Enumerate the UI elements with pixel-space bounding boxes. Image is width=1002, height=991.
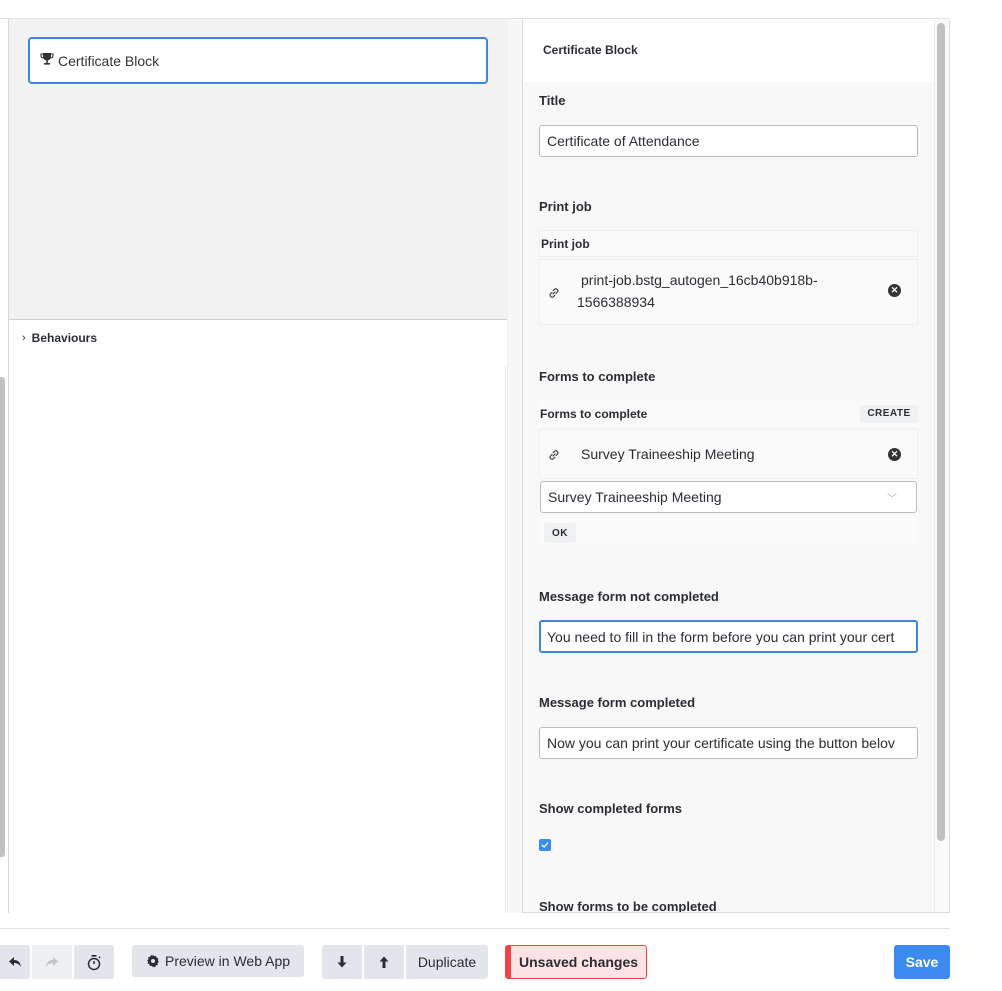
- show-completed-forms-label: Show completed forms: [539, 801, 683, 816]
- timer-button[interactable]: [74, 945, 114, 979]
- remove-circle-icon[interactable]: ✕: [888, 284, 901, 297]
- panel-body: Title Certificate of Attendance Print jo…: [523, 82, 935, 913]
- panel-scrollbar-track[interactable]: [934, 19, 949, 912]
- message-not-completed-label: Message form not completed: [539, 589, 719, 604]
- unsaved-label: Unsaved changes: [519, 954, 639, 970]
- form-item[interactable]: Survey Traineeship Meeting ✕: [539, 429, 918, 479]
- forms-box-header: Forms to complete CREATE: [539, 400, 918, 427]
- message-not-completed-input[interactable]: You need to fill in the form before you …: [539, 620, 918, 653]
- print-job-box: Print job print-job.bstg_autogen_16cb40b…: [539, 230, 918, 325]
- link-icon: [547, 286, 561, 300]
- forms-to-complete-label: Forms to complete: [539, 369, 656, 384]
- form-item-name: Survey Traineeship Meeting: [581, 446, 755, 462]
- print-job-id-line2: 1566388934: [577, 294, 655, 310]
- undo-icon: [9, 957, 21, 967]
- form-select[interactable]: Survey Traineeship Meeting ﹀: [540, 481, 917, 513]
- create-button[interactable]: CREATE: [860, 404, 918, 423]
- message-completed-label: Message form completed: [539, 695, 696, 710]
- panel-scrollbar-thumb[interactable]: [937, 23, 945, 841]
- print-job-item[interactable]: print-job.bstg_autogen_16cb40b918b- 1566…: [539, 259, 918, 325]
- unsaved-changes-badge: Unsaved changes: [505, 945, 647, 979]
- trophy-icon: [40, 52, 54, 66]
- save-button[interactable]: Save: [894, 945, 950, 979]
- arrow-down-icon: [337, 956, 347, 968]
- left-scrollbar[interactable]: [0, 377, 5, 857]
- ok-button[interactable]: OK: [544, 523, 576, 543]
- behaviours-label: Behaviours: [31, 331, 98, 345]
- remove-circle-icon[interactable]: ✕: [888, 448, 901, 461]
- redo-icon: [46, 957, 58, 967]
- chevron-down-icon: ﹀: [887, 493, 897, 505]
- show-forms-to-be-completed-label: Show forms to be completed: [539, 899, 717, 913]
- preview-label: Preview in Web App: [164, 953, 291, 969]
- move-down-button[interactable]: [322, 945, 362, 979]
- behaviours-section: › Behaviours: [9, 321, 507, 913]
- form-select-value: Survey Traineeship Meeting: [548, 489, 722, 505]
- move-up-button[interactable]: [364, 945, 404, 979]
- forms-box-title: Forms to complete: [540, 406, 648, 421]
- print-job-box-title: Print job: [541, 236, 590, 251]
- arrow-up-icon: [379, 956, 389, 968]
- behaviours-border: [505, 366, 506, 913]
- print-job-id-line1: print-job.bstg_autogen_16cb40b918b-: [581, 272, 818, 288]
- message-completed-input[interactable]: Now you can print your certificate using…: [539, 727, 918, 759]
- chevron-right-icon: ›: [22, 332, 26, 344]
- print-job-box-header: Print job: [539, 230, 918, 257]
- canvas-gutter: [507, 19, 522, 913]
- duplicate-label: Duplicate: [417, 954, 477, 970]
- stopwatch-icon: [87, 954, 101, 970]
- show-completed-forms-checkbox[interactable]: [539, 839, 551, 851]
- form-select-area: Survey Traineeship Meeting ﹀ OK: [539, 479, 918, 545]
- title-label: Title: [539, 93, 566, 108]
- block-canvas: Certificate Block: [9, 19, 507, 320]
- preview-button[interactable]: Preview in Web App: [132, 945, 304, 977]
- gear-icon: [146, 954, 159, 968]
- duplicate-button[interactable]: Duplicate: [406, 945, 488, 979]
- certificate-block-item[interactable]: Certificate Block: [28, 37, 488, 84]
- panel-title: Certificate Block: [523, 19, 949, 82]
- behaviours-toggle[interactable]: › Behaviours: [22, 331, 97, 345]
- link-icon: [547, 448, 561, 462]
- checkmark-icon: [541, 842, 549, 848]
- redo-button[interactable]: [32, 945, 72, 979]
- properties-panel: Certificate Block Title Certificate of A…: [523, 19, 950, 913]
- undo-button[interactable]: [0, 945, 30, 979]
- title-input[interactable]: Certificate of Attendance: [539, 125, 918, 157]
- print-job-label: Print job: [539, 199, 592, 214]
- block-label: Certificate Block: [58, 52, 160, 69]
- forms-to-complete-box: Forms to complete CREATE Survey Trainees…: [539, 400, 918, 545]
- toolbar-divider: [0, 928, 950, 929]
